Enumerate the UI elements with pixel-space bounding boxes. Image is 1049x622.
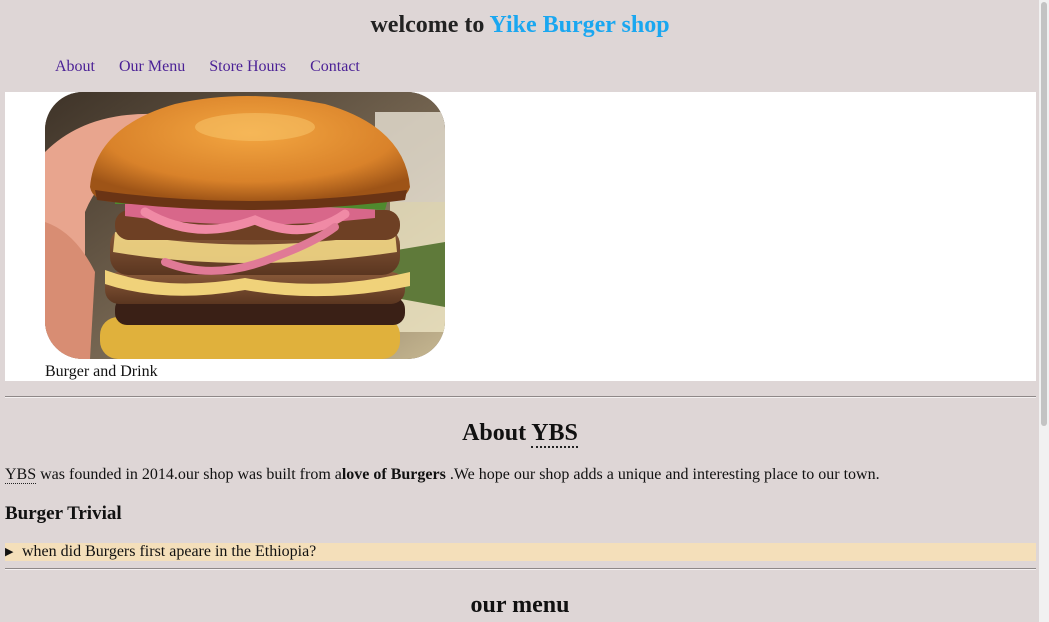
about-text-bold: love of Burgers xyxy=(341,466,446,483)
nav-link-our-menu[interactable]: Our Menu xyxy=(119,56,185,78)
about-heading-abbr: YBS xyxy=(531,420,578,448)
site-title-prefix: welcome to xyxy=(370,12,490,38)
page: welcome to Yike Burger shop About Our Me… xyxy=(0,0,1049,622)
divider xyxy=(5,396,1036,398)
about-text-part2: .We hope our shop adds a unique and inte… xyxy=(445,466,880,483)
burger-photo xyxy=(45,92,445,359)
divider xyxy=(5,568,1036,570)
trivia-heading: Burger Trivial xyxy=(5,503,122,524)
about-paragraph: YBS was founded in 2014.our shop was bui… xyxy=(5,465,880,485)
vertical-scrollbar[interactable] xyxy=(1039,0,1049,622)
scrollbar-thumb[interactable] xyxy=(1041,2,1047,426)
hero-caption: Burger and Drink xyxy=(45,363,158,380)
nav-link-contact[interactable]: Contact xyxy=(310,56,360,78)
site-title-brand: Yike Burger shop xyxy=(489,12,670,38)
site-title: welcome to Yike Burger shop xyxy=(0,10,1040,40)
hero-figure: Burger and Drink xyxy=(5,92,1036,381)
about-heading-prefix: About xyxy=(462,420,532,446)
about-text-part1: was founded in 2014.our shop was built f… xyxy=(36,466,342,483)
about-heading: About YBS xyxy=(0,418,1040,448)
about-text-abbr: YBS xyxy=(5,466,37,484)
disclosure-triangle-icon[interactable]: ▶ xyxy=(5,543,22,561)
main-nav: About Our Menu Store Hours Contact xyxy=(55,56,360,78)
nav-link-about[interactable]: About xyxy=(55,56,95,78)
trivia-question: when did Burgers first apeare in the Eth… xyxy=(22,543,317,560)
menu-heading: our menu xyxy=(470,592,570,618)
nav-link-store-hours[interactable]: Store Hours xyxy=(209,56,286,78)
trivia-question-toggle[interactable]: ▶ when did Burgers first apeare in the Et… xyxy=(5,543,1036,561)
